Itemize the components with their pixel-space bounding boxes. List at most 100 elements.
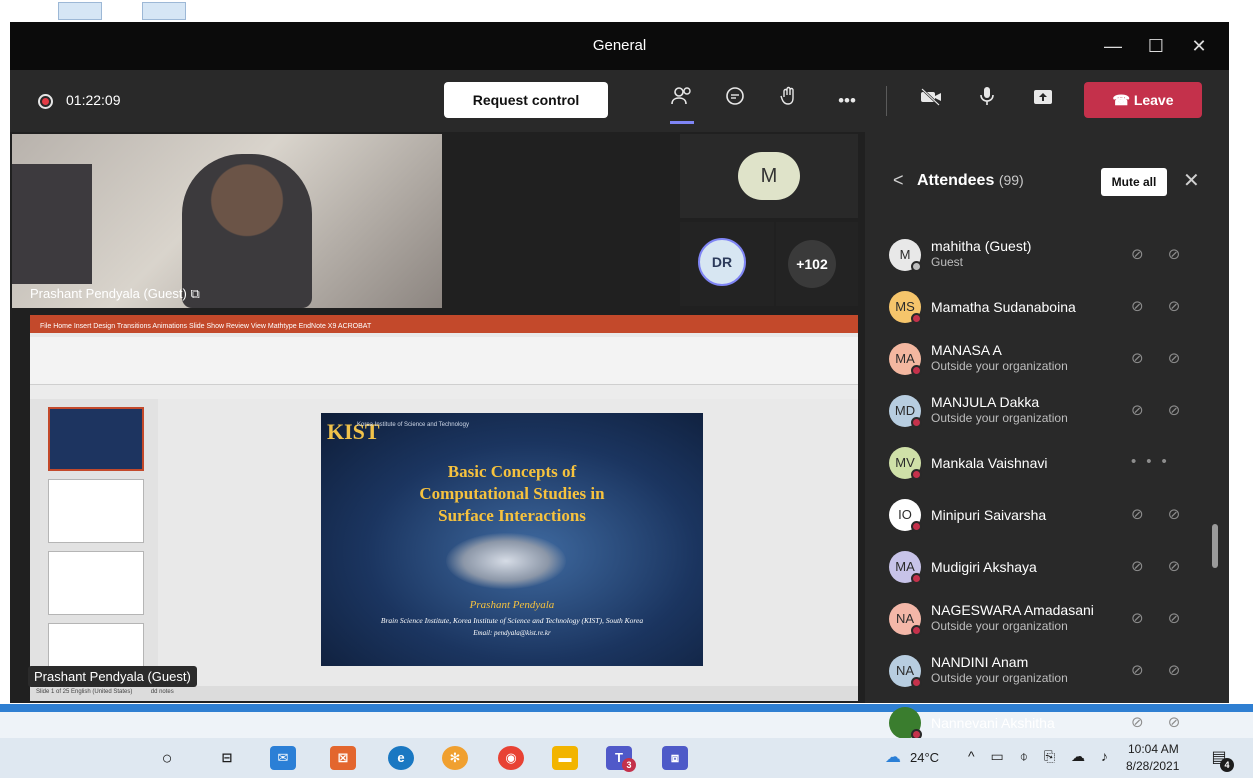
attendees-panel: < Attendees (99) Mute all ✕ Mmahitha (Gu… [865, 132, 1229, 740]
shared-screen[interactable]: File Home Insert Design Transitions Anim… [30, 315, 858, 701]
attendee-row[interactable]: NA NAGESWARA Amadasani Outside your organi… [885, 596, 1205, 642]
ppt-slide-thumbnails [30, 399, 158, 687]
attendee-camera-mic-off-icons[interactable]: ⊘ ⊘ [1131, 661, 1190, 679]
attendee-name: Nannevani Akshitha [931, 715, 1055, 731]
file-explorer-icon[interactable]: ▬ [552, 746, 578, 770]
attendee-row[interactable]: MA Mudigiri Akshaya ⊘ ⊘ [885, 544, 1205, 590]
attendee-avatar: M [889, 239, 922, 272]
show-chat-button[interactable] [720, 86, 750, 116]
panel-scrollbar[interactable] [1212, 524, 1218, 568]
presentation-slide: KIST Korea Institute of Science and Tech… [321, 413, 703, 666]
attendee-camera-mic-off-icons[interactable]: ⊘ ⊘ [1131, 557, 1190, 575]
attendee-initials: M [899, 247, 911, 262]
attendee-avatar: MS [889, 291, 922, 324]
more-actions-button[interactable]: ••• [832, 86, 862, 116]
attendee-avatar: NA [889, 603, 922, 636]
reactions-button[interactable] [774, 86, 804, 116]
attendee-row[interactable]: IO Minipuri Saivarsha ⊘ ⊘ [885, 492, 1205, 538]
weather-temperature[interactable]: 24°C [910, 750, 939, 765]
system-tray-icons[interactable]: ^ ▭ ⌽ ⎘ ☁ ♪ [968, 748, 1114, 765]
attendee-name: Mamatha Sudanaboina [931, 299, 1076, 315]
ppt-notes-hint: dd notes [150, 689, 174, 695]
weather-icon[interactable]: ☁ [880, 746, 906, 770]
close-window-button[interactable]: ✕ [1184, 32, 1214, 60]
slide-title-line: Basic Concepts of [447, 462, 577, 481]
meeting-timer: 01:22:09 [66, 92, 121, 108]
participant-video-person [182, 154, 312, 308]
attendee-initials: MA [895, 559, 915, 574]
attendee-initials: MA [895, 351, 915, 366]
attendee-name: NANDINI Anam [931, 654, 1029, 670]
attendee-row[interactable]: MA MANASA A Outside your organization ⊘ ⊘ [885, 336, 1205, 382]
mute-all-button[interactable]: Mute all [1101, 168, 1167, 196]
attendee-name: Mudigiri Akshaya [931, 559, 1037, 575]
mic-toggle-button[interactable] [972, 86, 1002, 116]
attendee-avatar: MV [889, 447, 922, 480]
attendee-name: Mankala Vaishnavi [931, 455, 1048, 471]
shared-screen-name-tag: Prashant Pendyala (Guest) [28, 666, 197, 687]
meeting-stage: Prashant Pendyala (Guest) ⧉ M DR +102 Fi… [10, 132, 865, 703]
participant-tile-m[interactable]: M [680, 134, 858, 218]
attendee-row[interactable]: MV Mankala Vaishnavi ••• [885, 440, 1205, 486]
presence-status-icon [911, 573, 922, 584]
minimize-button[interactable]: — [1098, 32, 1128, 60]
attendee-row[interactable]: NA NANDINI Anam Outside your organization ⊘… [885, 648, 1205, 694]
attendee-subtitle: Guest [931, 255, 964, 269]
attendee-subtitle: Outside your organization [931, 671, 1068, 685]
chat-icon [726, 87, 744, 105]
slide-thumbnail [48, 479, 144, 543]
more-participants-count: +102 [788, 240, 836, 288]
attendee-camera-mic-off-icons[interactable]: ⊘ ⊘ [1131, 713, 1190, 731]
attendee-row[interactable]: MS Mamatha Sudanaboina ⊘ ⊘ [885, 284, 1205, 330]
teams-icon[interactable]: T3 [606, 746, 636, 772]
attendee-initials: IO [898, 507, 912, 522]
request-control-button[interactable]: Request control [444, 82, 608, 118]
attendee-camera-mic-off-icons[interactable]: ⊘ ⊘ [1131, 297, 1190, 315]
more-participants-tile[interactable]: +102 [776, 222, 858, 306]
chrome-icon[interactable]: ◉ [498, 746, 524, 770]
teams-badge: 3 [622, 758, 636, 772]
presence-status-icon [911, 625, 922, 636]
window-title: General [592, 37, 647, 54]
windows-taskbar: ○ ⊟ ✉ ⊠ e ✻ ◉ ▬ T3 ⧈ ☁ 24°C ^ ▭ ⌽ ⎘ ☁ ♪ … [0, 738, 1253, 778]
back-chevron-icon[interactable]: < [893, 170, 904, 191]
leave-label: Leave [1133, 91, 1174, 108]
app-flower-icon[interactable]: ✻ [442, 746, 468, 770]
avatar: DR [698, 238, 746, 286]
meeting-app-icon[interactable]: ⧈ [662, 746, 688, 770]
desktop-file-icon[interactable] [142, 2, 186, 20]
video-background-object [12, 164, 92, 284]
search-circle-icon[interactable]: ○ [154, 746, 180, 770]
clock-date[interactable]: 8/28/2021 [1126, 759, 1179, 773]
participant-video[interactable]: Prashant Pendyala (Guest) ⧉ [12, 134, 442, 308]
attendee-name: Minipuri Saivarsha [931, 507, 1047, 523]
edge-browser-icon[interactable]: e [388, 746, 414, 770]
task-view-icon[interactable]: ⊟ [214, 746, 240, 770]
attendee-camera-mic-off-icons[interactable]: ⊘ ⊘ [1131, 245, 1190, 263]
show-participants-button[interactable] [667, 86, 697, 124]
maximize-button[interactable]: ☐ [1141, 32, 1171, 60]
attendee-avatar: MA [889, 343, 922, 376]
attendee-camera-mic-off-icons[interactable]: ⊘ ⊘ [1131, 609, 1190, 627]
close-panel-icon[interactable]: ✕ [1183, 168, 1200, 193]
presence-status-icon [911, 417, 922, 428]
clock-time[interactable]: 10:04 AM [1128, 742, 1179, 756]
attendee-more-options-icon[interactable]: ••• [1131, 453, 1177, 470]
desktop-file-icon[interactable] [58, 2, 102, 20]
participant-tile-dr[interactable]: DR [680, 222, 774, 306]
title-bar: General — ☐ ✕ [10, 22, 1229, 70]
share-content-button[interactable] [1028, 86, 1058, 116]
kist-logo-subtitle: Korea Institute of Science and Technolog… [357, 422, 469, 428]
notification-center-icon[interactable]: ▤ 4 [1206, 746, 1234, 772]
attendee-camera-mic-off-icons[interactable]: ⊘ ⊘ [1131, 505, 1190, 523]
mail-icon[interactable]: ✉ [270, 746, 296, 770]
attendee-name: MANJULA Dakka [931, 394, 1040, 410]
leave-meeting-button[interactable]: ☎ Leave [1084, 82, 1202, 118]
attendee-row[interactable]: MD MANJULA Dakka Outside your organization… [885, 388, 1205, 434]
attendee-row[interactable]: Mmahitha (Guest) Guest ⊘ ⊘ [885, 232, 1205, 278]
camera-toggle-button[interactable] [916, 86, 946, 116]
xampp-icon[interactable]: ⊠ [330, 746, 356, 770]
attendee-camera-mic-off-icons[interactable]: ⊘ ⊘ [1131, 401, 1190, 419]
attendee-initials: MD [894, 403, 916, 418]
attendee-camera-mic-off-icons[interactable]: ⊘ ⊘ [1131, 349, 1190, 367]
